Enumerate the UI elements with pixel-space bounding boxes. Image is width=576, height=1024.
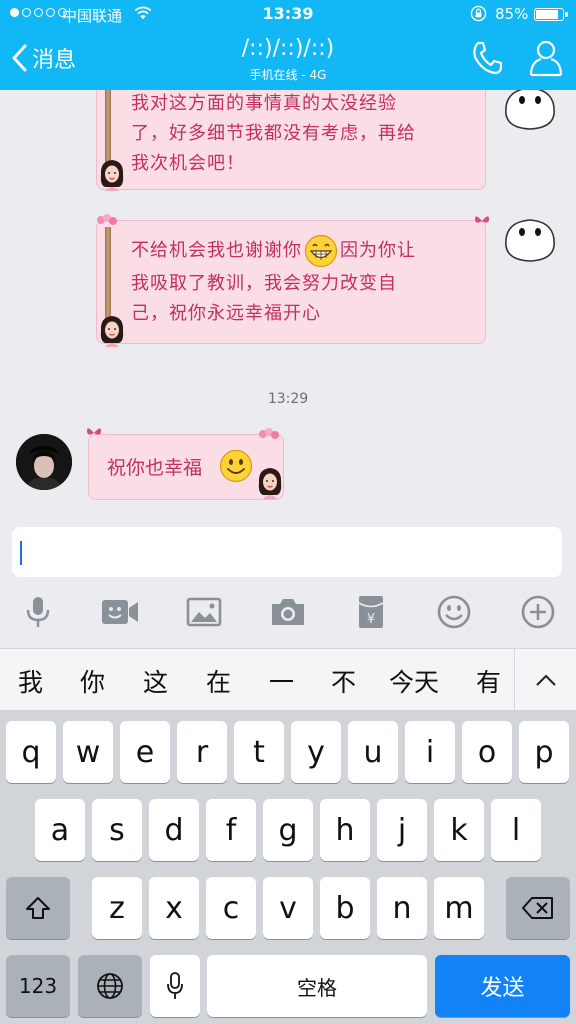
message-line: 我吸取了教训，我会努力改变自 bbox=[131, 273, 397, 294]
emoji-icon[interactable] bbox=[434, 594, 474, 630]
butterfly-icon bbox=[475, 216, 489, 223]
contact-avatar[interactable] bbox=[16, 434, 72, 490]
chevron-up-icon bbox=[535, 674, 556, 686]
message-line: 己，祝你永远幸福开心 bbox=[131, 303, 321, 324]
phone-call-icon[interactable] bbox=[470, 40, 504, 76]
numbers-key[interactable]: 123 bbox=[6, 955, 70, 1017]
expand-candidates-button[interactable] bbox=[514, 649, 576, 711]
red-packet-icon[interactable]: ¥ bbox=[351, 594, 391, 630]
candidate-word[interactable]: 不 bbox=[331, 663, 356, 699]
globe-icon bbox=[97, 973, 123, 999]
message-timestamp: 13:29 bbox=[267, 391, 309, 407]
plus-icon[interactable] bbox=[518, 594, 558, 630]
candidate-word[interactable]: 你 bbox=[80, 663, 105, 699]
shift-key[interactable] bbox=[6, 877, 70, 939]
keyboard: q w e r t y u i o p a s d f g h j k l z … bbox=[0, 710, 576, 1024]
key-e[interactable]: e bbox=[120, 721, 170, 783]
key-g[interactable]: g bbox=[263, 799, 313, 861]
message-text: 祝你也幸福 bbox=[107, 457, 203, 479]
candidate-word[interactable]: 在 bbox=[206, 663, 231, 699]
top-bar: 中国联通 13:39 85% 消息 /::)/::)/::) 手机在线 - 4G bbox=[0, 0, 576, 90]
microphone-icon bbox=[167, 972, 183, 999]
candidate-word[interactable]: 我 bbox=[18, 663, 43, 699]
flower-decoration-icon bbox=[97, 214, 117, 225]
message-bubble-received[interactable]: 祝你也幸福 bbox=[87, 428, 284, 500]
message-line: 我次机会吧！ bbox=[131, 153, 245, 174]
dictation-key[interactable] bbox=[150, 955, 200, 1017]
battery-icon bbox=[534, 8, 568, 21]
message-input[interactable] bbox=[12, 527, 562, 577]
key-m[interactable]: m bbox=[434, 877, 484, 939]
key-s[interactable]: s bbox=[92, 799, 142, 861]
key-j[interactable]: j bbox=[377, 799, 427, 861]
rotation-lock-icon bbox=[470, 5, 487, 22]
key-k[interactable]: k bbox=[434, 799, 484, 861]
message-line: 了，好多细节我都没有考虑，再给 bbox=[131, 123, 416, 144]
key-b[interactable]: b bbox=[320, 877, 370, 939]
key-c[interactable]: c bbox=[206, 877, 256, 939]
input-toolbar: ¥ bbox=[0, 588, 576, 638]
backspace-icon bbox=[522, 897, 553, 919]
sender-avatar-icon[interactable] bbox=[500, 90, 560, 136]
text-caret bbox=[20, 541, 22, 565]
key-i[interactable]: i bbox=[405, 721, 455, 783]
status-bar: 中国联通 13:39 85% bbox=[0, 0, 576, 30]
microphone-icon[interactable] bbox=[18, 594, 58, 630]
image-icon[interactable] bbox=[184, 594, 224, 630]
key-p[interactable]: p bbox=[519, 721, 569, 783]
message-text: 因为你让 bbox=[340, 240, 416, 261]
status-time: 13:39 bbox=[262, 4, 314, 23]
message-bubble-sent[interactable]: 不给机会我也谢谢你 因为你让 我吸取了教训，我会努力改变自 己，祝你永远幸福开心 bbox=[96, 214, 489, 347]
backspace-key[interactable] bbox=[506, 877, 570, 939]
send-key[interactable]: 发送 bbox=[435, 955, 570, 1017]
key-t[interactable]: t bbox=[234, 721, 284, 783]
globe-key[interactable] bbox=[78, 955, 142, 1017]
candidate-word[interactable]: 一 bbox=[269, 663, 294, 699]
girl-sticker-icon bbox=[100, 160, 124, 191]
chat-area[interactable]: 我对这方面的事情真的太没经验 了，好多细节我都没有考虑，再给 我次机会吧！ 不给… bbox=[0, 90, 576, 510]
red-packet-symbol: ¥ bbox=[367, 612, 375, 627]
shift-icon bbox=[26, 897, 50, 919]
key-f[interactable]: f bbox=[206, 799, 256, 861]
key-w[interactable]: w bbox=[63, 721, 113, 783]
girl-sticker-icon bbox=[100, 316, 124, 347]
flower-decoration-icon bbox=[259, 428, 279, 439]
message-line: 我对这方面的事情真的太没经验 bbox=[131, 93, 397, 114]
key-q[interactable]: q bbox=[6, 721, 56, 783]
contact-photo bbox=[16, 434, 72, 490]
key-a[interactable]: a bbox=[35, 799, 85, 861]
key-r[interactable]: r bbox=[177, 721, 227, 783]
candidate-bar: 我 你 这 在 一 不 今天 有 bbox=[0, 648, 576, 711]
key-h[interactable]: h bbox=[320, 799, 370, 861]
key-x[interactable]: x bbox=[149, 877, 199, 939]
key-n[interactable]: n bbox=[377, 877, 427, 939]
grin-emoji-icon bbox=[304, 234, 338, 268]
profile-icon[interactable] bbox=[528, 38, 564, 78]
candidate-word[interactable]: 有 bbox=[476, 663, 501, 699]
key-d[interactable]: d bbox=[149, 799, 199, 861]
candidate-word[interactable]: 今天 bbox=[389, 663, 439, 699]
girl-sticker-icon bbox=[258, 468, 282, 499]
key-v[interactable]: v bbox=[263, 877, 313, 939]
message-text: 不给机会我也谢谢你 bbox=[131, 240, 302, 261]
video-icon[interactable] bbox=[100, 594, 140, 630]
candidate-word[interactable]: 这 bbox=[143, 663, 168, 699]
space-key[interactable]: 空格 bbox=[207, 955, 427, 1017]
key-y[interactable]: y bbox=[291, 721, 341, 783]
key-z[interactable]: z bbox=[92, 877, 142, 939]
key-o[interactable]: o bbox=[462, 721, 512, 783]
key-l[interactable]: l bbox=[491, 799, 541, 861]
camera-icon[interactable] bbox=[268, 594, 308, 630]
message-bubble-sent[interactable]: 我对这方面的事情真的太没经验 了，好多细节我都没有考虑，再给 我次机会吧！ bbox=[96, 90, 486, 191]
key-u[interactable]: u bbox=[348, 721, 398, 783]
butterfly-icon bbox=[87, 428, 101, 435]
sender-avatar-icon[interactable] bbox=[500, 214, 560, 268]
smile-emoji-icon bbox=[219, 449, 253, 483]
battery-percent: 85% bbox=[495, 5, 529, 23]
